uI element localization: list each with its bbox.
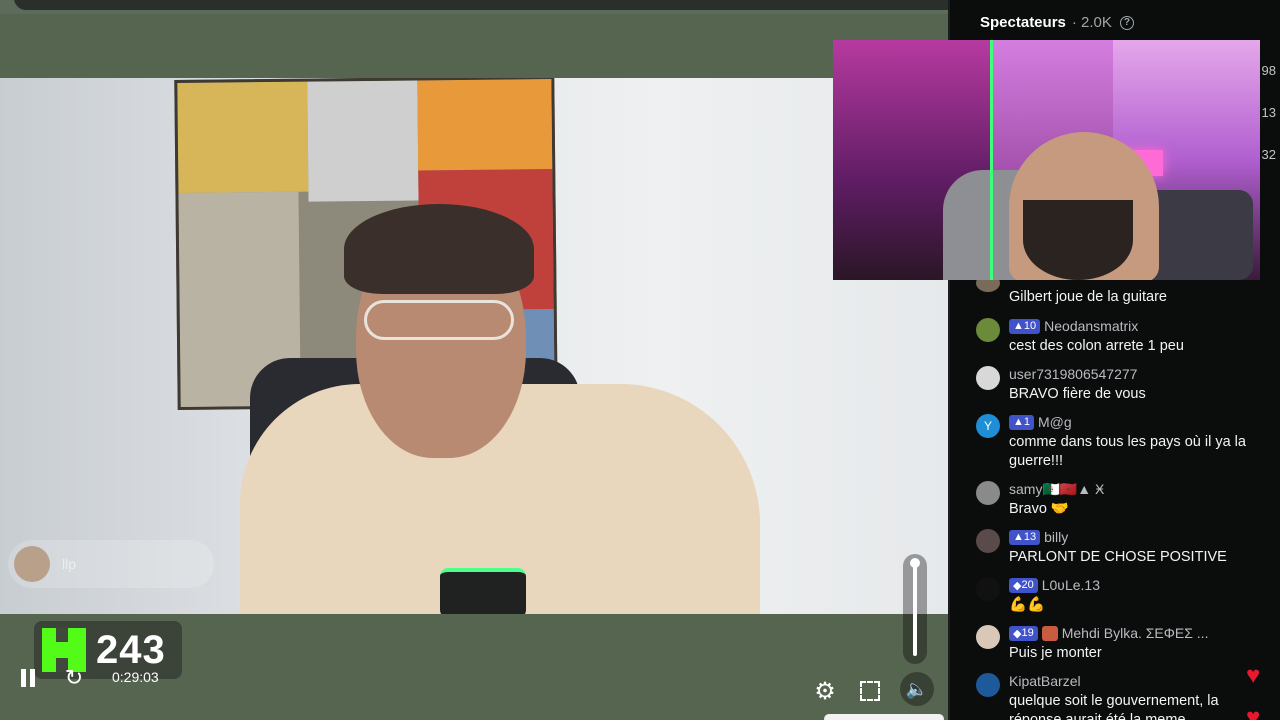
user-avatar[interactable] xyxy=(976,366,1000,390)
volume-knob[interactable] xyxy=(910,558,920,568)
message-text: cest des colon arrete 1 peu xyxy=(1009,338,1184,354)
video-player[interactable]: llp xyxy=(0,14,948,720)
subscriber-badge: ▲ 10 xyxy=(1009,318,1041,334)
volume-slider[interactable] xyxy=(903,554,927,664)
help-icon[interactable]: ? xyxy=(1119,15,1134,30)
username[interactable]: billy xyxy=(1044,529,1068,545)
green-edge xyxy=(990,40,993,280)
viewer-total: · 2.0K xyxy=(1071,14,1112,31)
chat-title: Spectateurs xyxy=(980,14,1066,31)
glasses xyxy=(364,300,514,340)
webcam-overlay xyxy=(833,40,1260,280)
username[interactable]: Mehdi Bylka. ΣΕΦΕΣ ... xyxy=(1062,625,1209,641)
subscriber-badge: ◆ 20 xyxy=(1009,577,1038,593)
floating-hearts: ♥ ♥ xyxy=(1246,655,1260,720)
viewer-count-box: 243 xyxy=(34,621,182,679)
message-text: Bravo 🤝 xyxy=(1009,501,1069,517)
message-text: comme dans tous les pays où il ya la gue… xyxy=(1009,434,1246,469)
user-avatar[interactable] xyxy=(976,481,1000,505)
beard xyxy=(1023,200,1133,280)
replay-button[interactable]: ↻ xyxy=(60,665,88,690)
heart-icon: ♥ xyxy=(1246,662,1261,689)
subscriber-badge: ◆ 19 xyxy=(1009,625,1038,641)
username[interactable]: KipatBarzel xyxy=(1009,673,1081,689)
fullscreen-icon xyxy=(860,681,880,701)
username[interactable]: samy🇩🇿🇲🇦▲ Ӿ xyxy=(1009,481,1104,498)
microphone xyxy=(440,568,526,614)
viewer-count: 243 xyxy=(96,627,166,672)
volume-track xyxy=(913,562,917,656)
fullscreen-button[interactable] xyxy=(858,679,882,703)
guest-overlay-tag: llp xyxy=(8,540,214,588)
settings-button[interactable]: ⚙ xyxy=(812,677,838,705)
user-avatar[interactable] xyxy=(976,625,1000,649)
scroll-to-bottom-pill[interactable] xyxy=(824,714,944,720)
user-avatar[interactable] xyxy=(976,318,1000,342)
user-avatar[interactable]: Y xyxy=(976,414,1000,438)
message-text: 💪💪 xyxy=(1009,597,1046,613)
volume-button[interactable]: 🔈 xyxy=(900,672,934,706)
subscriber-badge: ▲ 13 xyxy=(1009,529,1041,545)
gifter-badge xyxy=(1041,625,1058,641)
elapsed-time: 0:29:03 xyxy=(112,669,159,685)
message-text: quelque soit le gouvernement, la réponse… xyxy=(1009,693,1219,720)
side-numbers: 98 13 32 xyxy=(1261,63,1276,162)
user-avatar[interactable] xyxy=(976,577,1000,601)
username[interactable]: user7319806547277 xyxy=(1009,366,1137,382)
replay-icon: ↻ xyxy=(64,665,84,690)
streamer-hair xyxy=(344,204,534,294)
pause-icon xyxy=(21,669,26,687)
guest-name: llp xyxy=(62,556,77,572)
video-frame[interactable]: llp xyxy=(0,78,948,614)
pause-button[interactable] xyxy=(18,666,38,690)
chat-header: Spectateurs · 2.0K ? xyxy=(980,14,1134,31)
user-avatar[interactable] xyxy=(976,529,1000,553)
message-text: Puis je monter xyxy=(1009,645,1102,661)
message-text: PARLONT DE CHOSE POSITIVE xyxy=(1009,549,1227,565)
message-text: Gilbert joue de la guitare xyxy=(1009,289,1167,305)
gear-icon: ⚙ xyxy=(814,677,836,705)
heart-icon: ♥ xyxy=(1246,704,1261,720)
speaker-icon: 🔈 xyxy=(905,678,929,699)
username[interactable]: L0ʋLe.13 xyxy=(1042,577,1100,593)
subscriber-badge: ▲ 1 xyxy=(1009,414,1035,430)
message-text: BRAVO fière de vous xyxy=(1009,386,1146,402)
guest-avatar xyxy=(14,546,50,582)
username[interactable]: Neodansmatrix xyxy=(1044,318,1138,334)
user-avatar[interactable] xyxy=(976,673,1000,697)
username[interactable]: M@g xyxy=(1038,414,1072,430)
